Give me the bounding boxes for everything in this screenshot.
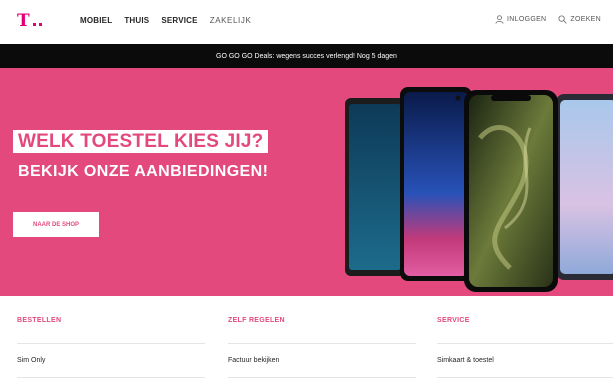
nav-item-service[interactable]: SERVICE — [161, 16, 197, 25]
hero-subtitle: BEKIJK ONZE AANBIEDINGEN! — [18, 163, 269, 180]
search-label: ZOEKEN — [570, 16, 601, 23]
shop-button[interactable]: NAAR DE SHOP — [13, 212, 99, 237]
divider — [437, 377, 613, 378]
column-heading[interactable]: BESTELLEN — [17, 317, 61, 324]
top-navigation: T MOBIEL THUIS SERVICE ZAKELIJK INLOGGEN… — [0, 0, 613, 44]
divider — [228, 343, 416, 344]
quick-links: BESTELLEN Sim Only ZELF REGELEN Factuur … — [0, 296, 613, 381]
search-link[interactable]: ZOEKEN — [558, 15, 601, 24]
column-heading[interactable]: ZELF REGELEN — [228, 317, 285, 324]
main-nav: MOBIEL THUIS SERVICE ZAKELIJK — [80, 16, 251, 25]
telekom-logo[interactable]: T — [17, 12, 42, 30]
divider — [437, 343, 613, 344]
nav-item-mobiel[interactable]: MOBIEL — [80, 16, 112, 25]
column-link[interactable]: Factuur bekijken — [228, 357, 279, 364]
column-heading[interactable]: SERVICE — [437, 317, 470, 324]
phones-image — [345, 87, 613, 292]
column-link[interactable]: Simkaart & toestel — [437, 357, 494, 364]
nav-item-zakelijk[interactable]: ZAKELIJK — [210, 16, 252, 25]
user-icon — [495, 15, 504, 24]
divider — [17, 343, 205, 344]
utility-nav: INLOGGEN ZOEKEN — [495, 15, 601, 24]
hero-title: WELK TOESTEL KIES JIJ? — [13, 130, 269, 153]
promo-text: GO GO GO Deals: wegens succes verlengd! … — [216, 52, 397, 60]
nav-item-thuis[interactable]: THUIS — [124, 16, 149, 25]
login-link[interactable]: INLOGGEN — [495, 15, 546, 24]
telekom-t-icon: T — [17, 11, 30, 31]
promo-bar[interactable]: GO GO GO Deals: wegens succes verlengd! … — [0, 44, 613, 68]
divider — [17, 377, 205, 378]
hero-banner: WELK TOESTEL KIES JIJ? BEKIJK ONZE AANBI… — [0, 68, 613, 296]
login-label: INLOGGEN — [507, 16, 547, 23]
divider — [228, 377, 416, 378]
column-link[interactable]: Sim Only — [17, 357, 45, 364]
search-icon — [558, 15, 568, 24]
